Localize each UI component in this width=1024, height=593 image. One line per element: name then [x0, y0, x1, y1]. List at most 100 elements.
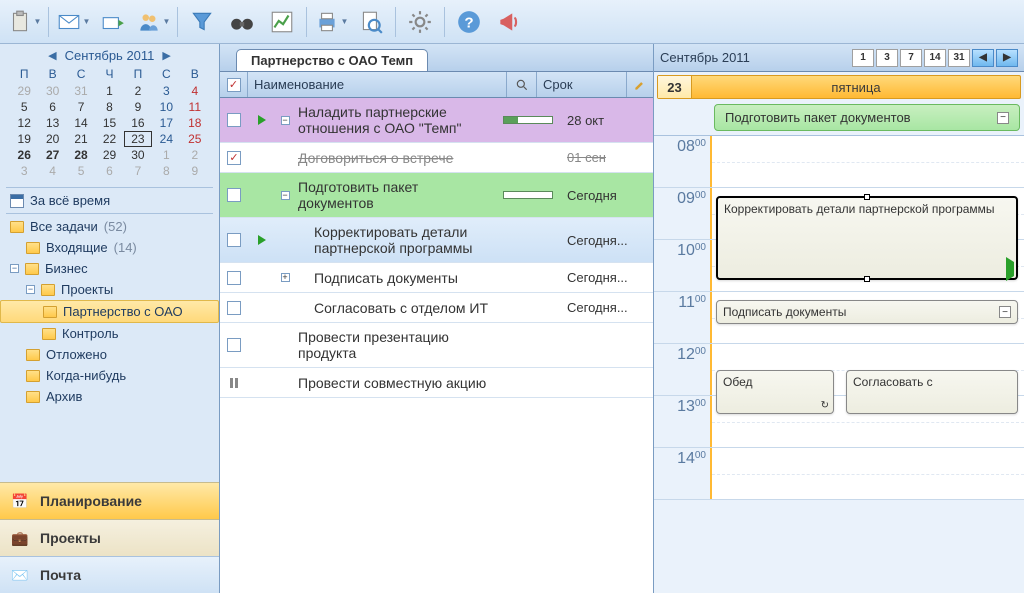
- task-play[interactable]: [248, 368, 276, 397]
- task-tree-toggle[interactable]: [276, 143, 294, 172]
- nav-mail[interactable]: ✉️Почта: [0, 556, 219, 593]
- printer-icon[interactable]: ▼: [313, 4, 349, 40]
- task-checkbox[interactable]: [220, 323, 248, 367]
- event-lunch[interactable]: Обед ↻: [716, 370, 834, 414]
- minus-icon[interactable]: −: [997, 112, 1009, 124]
- cal-day[interactable]: 9: [181, 163, 209, 179]
- tab-partnership[interactable]: Партнерство с ОАО Темп: [236, 49, 428, 71]
- task-checkbox[interactable]: ✓: [220, 143, 248, 172]
- event-agree[interactable]: Согласовать с: [846, 370, 1018, 414]
- cal-day[interactable]: 27: [38, 147, 66, 163]
- cal-day[interactable]: 14: [67, 115, 95, 131]
- col-date[interactable]: Срок: [537, 72, 627, 97]
- cal-day[interactable]: 6: [95, 163, 123, 179]
- cal-day[interactable]: 9: [124, 99, 152, 115]
- cal-day[interactable]: 6: [38, 99, 66, 115]
- task-play[interactable]: [248, 323, 276, 367]
- cal-day[interactable]: 30: [124, 147, 152, 163]
- collapse-icon[interactable]: −: [10, 264, 19, 273]
- view-7[interactable]: 7: [900, 49, 922, 67]
- cal-day[interactable]: 7: [124, 163, 152, 179]
- sidebar-business[interactable]: −Бизнес: [0, 258, 219, 279]
- task-play[interactable]: [248, 173, 276, 217]
- sidebar-alltime[interactable]: За всё время: [0, 190, 219, 211]
- cal-day[interactable]: 2: [181, 147, 209, 163]
- binoculars-icon[interactable]: [224, 4, 260, 40]
- cal-day[interactable]: 4: [38, 163, 66, 179]
- cal-day[interactable]: 4: [181, 83, 209, 99]
- allday-event[interactable]: Подготовить пакет документов −: [714, 104, 1020, 131]
- clipboard-icon[interactable]: ▼: [6, 4, 42, 40]
- cal-day[interactable]: 3: [10, 163, 38, 179]
- cal-day[interactable]: 29: [10, 83, 38, 99]
- task-tree-toggle[interactable]: +: [276, 263, 294, 292]
- task-tree-toggle[interactable]: −: [276, 98, 294, 142]
- task-play[interactable]: [248, 263, 276, 292]
- cal-day[interactable]: 23: [124, 131, 152, 147]
- task-play[interactable]: [248, 143, 276, 172]
- funnel-icon[interactable]: [184, 4, 220, 40]
- task-checkbox[interactable]: [220, 98, 248, 142]
- cal-day[interactable]: 20: [38, 131, 66, 147]
- event-sign[interactable]: Подписать документы −: [716, 300, 1018, 324]
- print-preview-icon[interactable]: [353, 4, 389, 40]
- task-tree-toggle[interactable]: [276, 293, 294, 322]
- sidebar-archive[interactable]: Архив: [0, 386, 219, 407]
- chart-icon[interactable]: [264, 4, 300, 40]
- cal-day[interactable]: 16: [124, 115, 152, 131]
- minus-icon[interactable]: −: [999, 306, 1011, 318]
- cal-day[interactable]: 10: [152, 99, 180, 115]
- cal-day[interactable]: 15: [95, 115, 123, 131]
- cal-day[interactable]: 13: [38, 115, 66, 131]
- task-row[interactable]: Согласовать с отделом ИТСегодня...: [220, 293, 653, 323]
- hour-cell[interactable]: [712, 136, 1024, 187]
- help-icon[interactable]: ?: [451, 4, 487, 40]
- cal-day[interactable]: 12: [10, 115, 38, 131]
- task-row[interactable]: Провести презентацию продукта: [220, 323, 653, 368]
- cal-day[interactable]: 29: [95, 147, 123, 163]
- nav-projects[interactable]: 💼Проекты: [0, 519, 219, 556]
- task-checkbox[interactable]: [220, 293, 248, 322]
- users-icon[interactable]: ▼: [135, 4, 171, 40]
- cal-day[interactable]: 1: [95, 83, 123, 99]
- cal-day[interactable]: 11: [181, 99, 209, 115]
- task-row[interactable]: Провести совместную акцию: [220, 368, 653, 398]
- view-1[interactable]: 1: [852, 49, 874, 67]
- task-tree-toggle[interactable]: [276, 323, 294, 367]
- cal-day[interactable]: 3: [152, 83, 180, 99]
- task-play[interactable]: [248, 293, 276, 322]
- view-14[interactable]: 14: [924, 49, 946, 67]
- task-checkbox[interactable]: [220, 218, 248, 262]
- cal-day[interactable]: 2: [124, 83, 152, 99]
- col-search[interactable]: [507, 72, 537, 97]
- task-checkbox[interactable]: [220, 173, 248, 217]
- cal-day[interactable]: 1: [152, 147, 180, 163]
- event-correcting[interactable]: Корректировать детали партнерской програ…: [716, 196, 1018, 280]
- task-checkbox[interactable]: [220, 368, 248, 397]
- task-row[interactable]: −Подготовить пакет документовСегодня: [220, 173, 653, 218]
- task-play[interactable]: [248, 218, 276, 262]
- task-tree-toggle[interactable]: −: [276, 173, 294, 217]
- cal-day[interactable]: 30: [38, 83, 66, 99]
- cal-day[interactable]: 5: [10, 99, 38, 115]
- sidebar-control[interactable]: Контроль: [0, 323, 219, 344]
- collapse-icon[interactable]: −: [26, 285, 35, 294]
- view-3[interactable]: 3: [876, 49, 898, 67]
- task-row[interactable]: Корректировать детали партнерской програ…: [220, 218, 653, 263]
- gear-icon[interactable]: [402, 4, 438, 40]
- cal-day[interactable]: 5: [67, 163, 95, 179]
- sidebar-projects[interactable]: −Проекты: [0, 279, 219, 300]
- view-31[interactable]: 31: [948, 49, 970, 67]
- cal-day[interactable]: 31: [67, 83, 95, 99]
- sidebar-someday[interactable]: Когда-нибудь: [0, 365, 219, 386]
- cal-day[interactable]: 24: [152, 131, 180, 147]
- sidebar-partnership[interactable]: Партнерство с ОАО: [0, 300, 219, 323]
- cal-prev-icon[interactable]: ◀: [44, 49, 60, 62]
- hour-cell[interactable]: [712, 448, 1024, 499]
- sidebar-inbox[interactable]: Входящие(14): [0, 237, 219, 258]
- view-prev-icon[interactable]: ◀: [972, 49, 994, 67]
- play-icon[interactable]: [1006, 262, 1014, 276]
- cal-day[interactable]: 17: [152, 115, 180, 131]
- task-tree-toggle[interactable]: [276, 218, 294, 262]
- cal-day[interactable]: 26: [10, 147, 38, 163]
